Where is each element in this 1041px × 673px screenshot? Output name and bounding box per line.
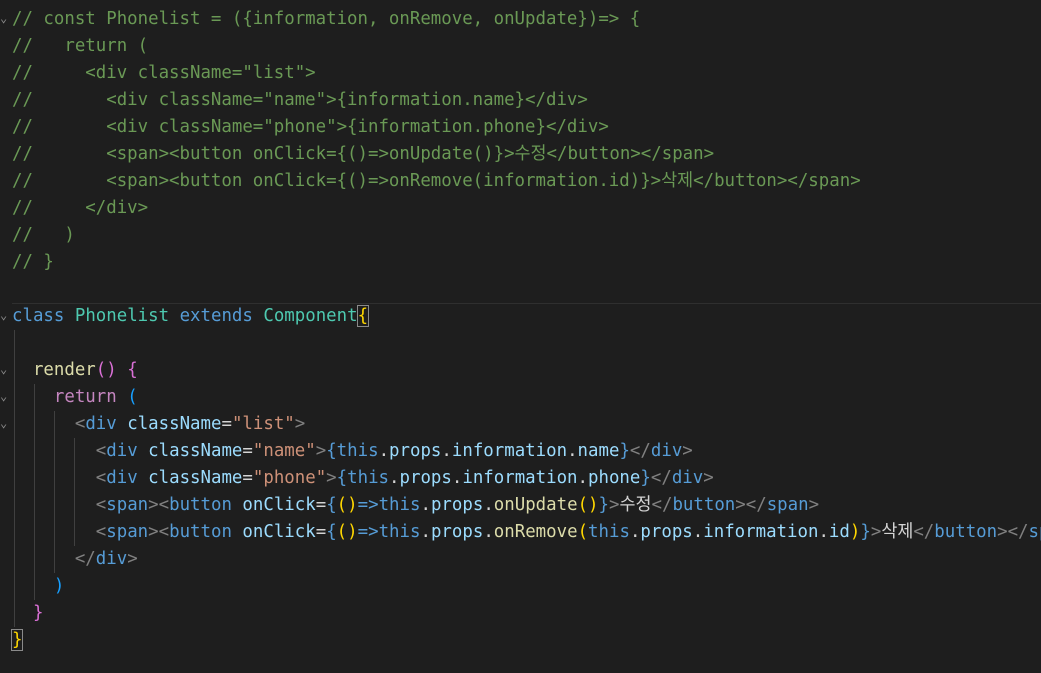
code-line-2[interactable]: // return ( xyxy=(0,33,1041,60)
code-line-8[interactable]: // </div> xyxy=(0,195,1041,222)
comment-line: // <span><button onClick={()=>onRemove(i… xyxy=(12,171,861,191)
code-line-div-list[interactable]: ⌄ <div className="list"> xyxy=(0,411,1041,438)
fold-chevron-icon[interactable]: ⌄ xyxy=(0,303,10,327)
code-line-4[interactable]: // <div className="name">{information.na… xyxy=(0,87,1041,114)
remove-label-text: 삭제 xyxy=(881,522,914,542)
comment-line: // <div className="list"> xyxy=(12,63,316,83)
parens: () xyxy=(95,360,117,380)
fold-chevron-icon[interactable]: ⌄ xyxy=(0,357,10,381)
code-line-div-name[interactable]: <div className="name">{this.props.inform… xyxy=(0,438,1041,465)
code-line-remove-button[interactable]: <span><button onClick={()=>this.props.on… xyxy=(0,519,1041,546)
fold-chevron-icon[interactable]: ⌄ xyxy=(0,411,10,435)
comment-line: // const Phonelist = ({information, onRe… xyxy=(12,9,641,29)
bracket-match-highlight: { xyxy=(356,305,370,327)
fold-chevron-icon[interactable]: ⌄ xyxy=(0,6,10,30)
keyword: class xyxy=(12,306,65,326)
code-line-3[interactable]: // <div className="list"> xyxy=(0,60,1041,87)
code-line-return[interactable]: ⌄ return ( xyxy=(0,384,1041,411)
code-line-class-close[interactable]: } xyxy=(0,627,1041,654)
brace: { xyxy=(127,360,138,380)
comment-line: // <span><button onClick={()=>onUpdate()… xyxy=(12,144,715,164)
code-line-return-close[interactable]: ) xyxy=(0,573,1041,600)
code-line-10[interactable]: // } xyxy=(0,249,1041,276)
code-line-7[interactable]: // <span><button onClick={()=>onRemove(i… xyxy=(0,168,1041,195)
paren: ( xyxy=(127,387,138,407)
update-label-text: 수정 xyxy=(619,495,652,515)
code-line-render[interactable]: ⌄ render() { xyxy=(0,357,1041,384)
comment-line: // <div className="phone">{information.p… xyxy=(12,117,609,137)
comment-line: // ) xyxy=(12,225,75,245)
code-line-1[interactable]: ⌄ // const Phonelist = ({information, on… xyxy=(0,6,1041,33)
code-line-update-button[interactable]: <span><button onClick={()=>this.props.on… xyxy=(0,492,1041,519)
comment-line: // </div> xyxy=(12,198,149,218)
code-line-div-phone[interactable]: <div className="phone">{this.props.infor… xyxy=(0,465,1041,492)
code-line-div-close[interactable]: </div> xyxy=(0,546,1041,573)
keyword: return xyxy=(53,387,117,407)
code-line-9[interactable]: // ) xyxy=(0,222,1041,249)
comment-line: // return ( xyxy=(12,36,149,56)
code-line-class[interactable]: ⌄ class Phonelist extends Component{ xyxy=(0,303,1041,330)
code-editor[interactable]: ⌄ // const Phonelist = ({information, on… xyxy=(0,0,1041,673)
code-line-6[interactable]: // <span><button onClick={()=>onUpdate()… xyxy=(0,141,1041,168)
comment-line: // } xyxy=(12,252,54,272)
code-line-render-close[interactable]: } xyxy=(0,600,1041,627)
class-name: Phonelist xyxy=(74,306,170,326)
method-name: render xyxy=(32,360,96,380)
fold-chevron-icon[interactable]: ⌄ xyxy=(0,384,10,408)
keyword: extends xyxy=(179,306,253,326)
base-class-name: Component xyxy=(263,306,358,326)
code-line-5[interactable]: // <div className="phone">{information.p… xyxy=(0,114,1041,141)
comment-line: // <div className="name">{information.na… xyxy=(12,90,588,110)
bracket-match-highlight: } xyxy=(11,629,24,651)
